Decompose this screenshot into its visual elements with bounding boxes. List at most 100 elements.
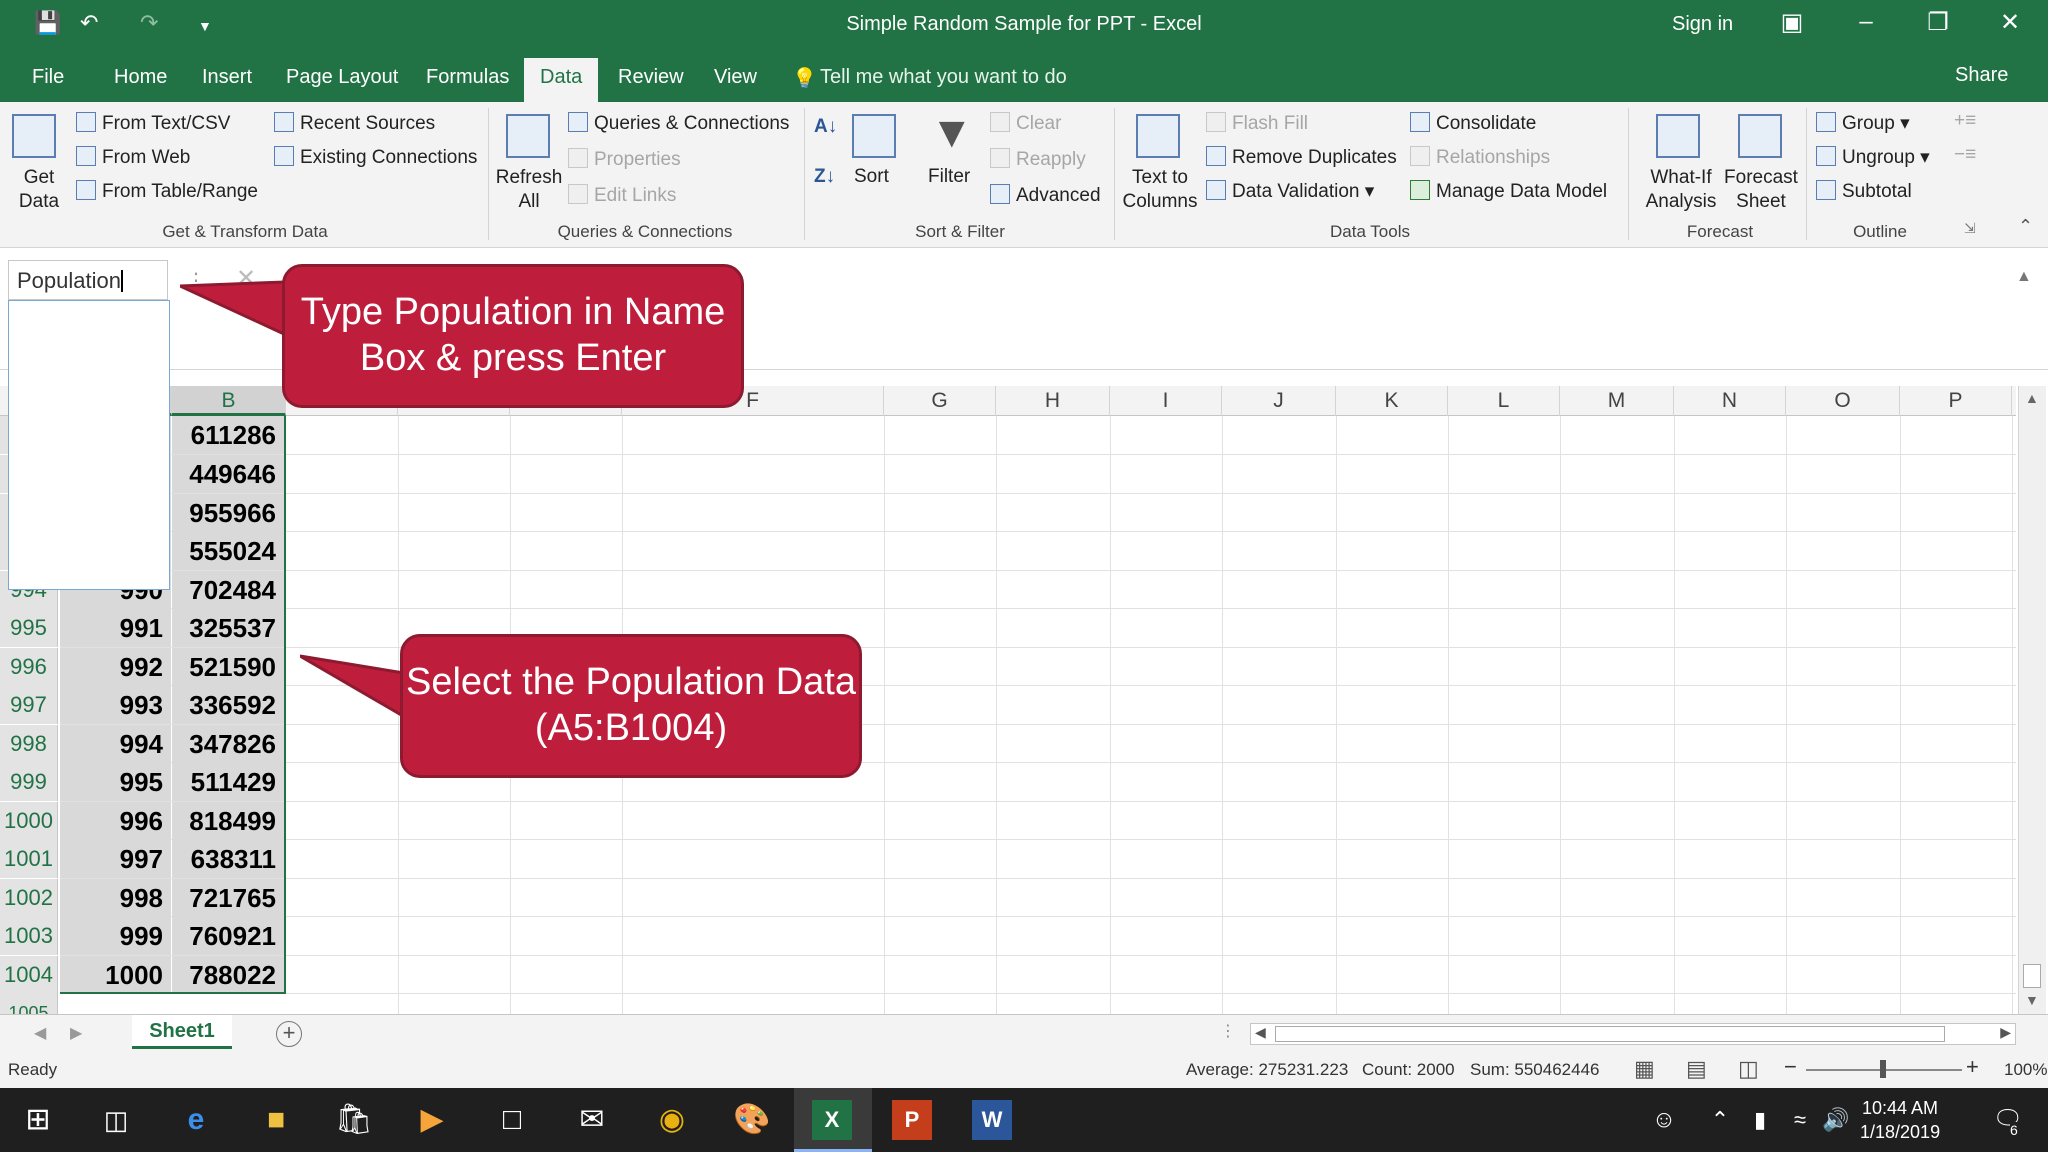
tell-me-search[interactable]: Tell me what you want to do (820, 66, 1067, 89)
what-if-icon[interactable] (1656, 114, 1700, 158)
system-clock[interactable]: 10:44 AM 1/18/2019 (1860, 1096, 1940, 1144)
windows-start-icon[interactable]: ⊞ (18, 1100, 58, 1140)
minimize-icon[interactable]: – (1846, 8, 1886, 36)
media-player-icon[interactable]: ▶ (412, 1100, 452, 1140)
volume-icon[interactable]: 🔊 (1816, 1100, 1856, 1140)
tab-insert[interactable]: Insert (202, 66, 252, 89)
scroll-down-icon[interactable]: ▼ (2025, 992, 2039, 1008)
sign-in-link[interactable]: Sign in (1672, 13, 1733, 36)
recent-sources-button[interactable]: Recent Sources (274, 112, 435, 135)
from-web-button[interactable]: From Web (76, 146, 190, 169)
file-explorer-icon[interactable]: ■ (256, 1100, 296, 1140)
column-header-o[interactable]: O (1786, 386, 1900, 416)
mail-icon[interactable]: ✉ (572, 1100, 612, 1140)
notepad-icon[interactable]: □ (492, 1100, 532, 1140)
share-button[interactable]: Share (1955, 64, 2008, 87)
column-header-b[interactable]: B (172, 386, 286, 416)
powerpoint-icon[interactable]: P (892, 1100, 932, 1140)
chrome-icon[interactable]: ◉ (652, 1100, 692, 1140)
filter-icon[interactable]: ▼ (930, 108, 974, 158)
sort-a-z-icon[interactable]: A↓ (814, 116, 837, 138)
edit-links-button[interactable]: Edit Links (568, 184, 676, 207)
tab-data[interactable]: Data (524, 58, 599, 102)
restore-icon[interactable]: ❐ (1918, 8, 1958, 37)
excel-taskbar-button[interactable]: X (794, 1088, 872, 1152)
show-detail-icon[interactable]: +≡ (1954, 110, 1976, 132)
advanced-button[interactable]: Advanced (990, 184, 1101, 207)
column-header-h[interactable]: H (996, 386, 1110, 416)
refresh-all-icon[interactable] (506, 114, 550, 158)
page-layout-view-icon[interactable]: ▤ (1686, 1056, 1707, 1082)
sort-dialog-icon[interactable] (852, 114, 896, 158)
row-header[interactable]: 1002 (0, 879, 58, 917)
vertical-scrollbar[interactable]: ▲ ▼ (2018, 386, 2046, 1014)
sheet-tab-sheet1[interactable]: Sheet1 (132, 1015, 232, 1049)
row-header[interactable]: 998 (0, 725, 58, 763)
battery-icon[interactable]: ▮ (1740, 1100, 1780, 1140)
store-icon[interactable]: 🛍 (334, 1100, 374, 1140)
reapply-button[interactable]: Reapply (990, 148, 1086, 171)
dialog-launcher-icon[interactable]: ⇲ (1964, 220, 1976, 237)
close-icon[interactable]: ✕ (1990, 8, 2030, 37)
tab-home[interactable]: Home (114, 66, 167, 89)
name-box-dropdown[interactable] (8, 300, 170, 590)
horizontal-scroll-thumb[interactable] (1275, 1026, 1945, 1042)
name-box[interactable]: Population (8, 260, 168, 300)
row-header[interactable]: 1005 (0, 994, 58, 1014)
clear-button[interactable]: Clear (990, 112, 1061, 135)
flash-fill-button[interactable]: Flash Fill (1206, 112, 1308, 135)
tab-formulas[interactable]: Formulas (426, 66, 509, 89)
zoom-out-icon[interactable]: − (1784, 1054, 1797, 1080)
prev-sheet-icon[interactable]: ◀ (34, 1023, 46, 1043)
remove-duplicates-button[interactable]: Remove Duplicates (1206, 146, 1397, 169)
subtotal-button[interactable]: Subtotal (1816, 180, 1912, 203)
next-sheet-icon[interactable]: ▶ (70, 1023, 82, 1043)
column-header-j[interactable]: J (1222, 386, 1336, 416)
zoom-level[interactable]: 100% (2004, 1060, 2047, 1080)
from-text-csv-button[interactable]: From Text/CSV (76, 112, 230, 135)
sort-button[interactable]: Sort (854, 166, 889, 188)
row-header[interactable]: 1003 (0, 917, 58, 955)
group-button[interactable]: Group ▾ (1816, 112, 1910, 135)
show-hidden-icons-icon[interactable]: ⌃ (1700, 1100, 1740, 1140)
vertical-scroll-thumb[interactable] (2023, 964, 2041, 988)
forecast-sheet-button[interactable]: Forecast Sheet (1724, 166, 1798, 214)
tab-review[interactable]: Review (618, 66, 684, 89)
relationships-button[interactable]: Relationships (1410, 146, 1550, 169)
tab-page-layout[interactable]: Page Layout (286, 66, 398, 89)
word-icon[interactable]: W (972, 1100, 1012, 1140)
refresh-all-button[interactable]: Refresh All (494, 166, 564, 214)
queries-connections-button[interactable]: Queries & Connections (568, 112, 789, 135)
zoom-slider-thumb[interactable] (1880, 1060, 1886, 1078)
column-header-p[interactable]: P (1900, 386, 2012, 416)
edge-browser-icon[interactable]: e (176, 1100, 216, 1140)
get-data-icon[interactable] (12, 114, 56, 158)
data-validation-button[interactable]: Data Validation ▾ (1206, 180, 1374, 203)
row-header[interactable]: 995 (0, 609, 58, 647)
column-header-n[interactable]: N (1674, 386, 1786, 416)
row-header[interactable]: 1004 (0, 956, 58, 994)
tab-file[interactable]: File (32, 66, 64, 89)
text-to-columns-icon[interactable] (1136, 114, 1180, 158)
row-header[interactable]: 1001 (0, 840, 58, 878)
zoom-in-icon[interactable]: + (1966, 1054, 1979, 1080)
scroll-left-icon[interactable]: ◀ (1255, 1024, 1266, 1041)
normal-view-icon[interactable]: ▦ (1634, 1056, 1655, 1082)
task-view-icon[interactable]: ◫ (96, 1100, 136, 1140)
tab-split-handle-icon[interactable]: ⋮ (1220, 1021, 1236, 1041)
expand-formula-bar-icon[interactable]: ▲ (2016, 268, 2032, 286)
collapse-ribbon-icon[interactable]: ⌃ (2018, 216, 2033, 237)
filter-button[interactable]: Filter (928, 166, 970, 188)
existing-connections-button[interactable]: Existing Connections (274, 146, 477, 169)
page-break-view-icon[interactable]: ◫ (1738, 1056, 1759, 1082)
column-header-g[interactable]: G (884, 386, 996, 416)
column-header-l[interactable]: L (1448, 386, 1560, 416)
text-to-columns-button[interactable]: Text to Columns (1120, 166, 1200, 214)
row-header[interactable]: 997 (0, 686, 58, 724)
row-header[interactable]: 996 (0, 648, 58, 686)
paint-icon[interactable]: 🎨 (732, 1100, 772, 1140)
hide-detail-icon[interactable]: −≡ (1954, 144, 1976, 166)
row-header[interactable]: 1000 (0, 802, 58, 840)
what-if-analysis-button[interactable]: What-If Analysis (1636, 166, 1726, 214)
forecast-sheet-icon[interactable] (1738, 114, 1782, 158)
